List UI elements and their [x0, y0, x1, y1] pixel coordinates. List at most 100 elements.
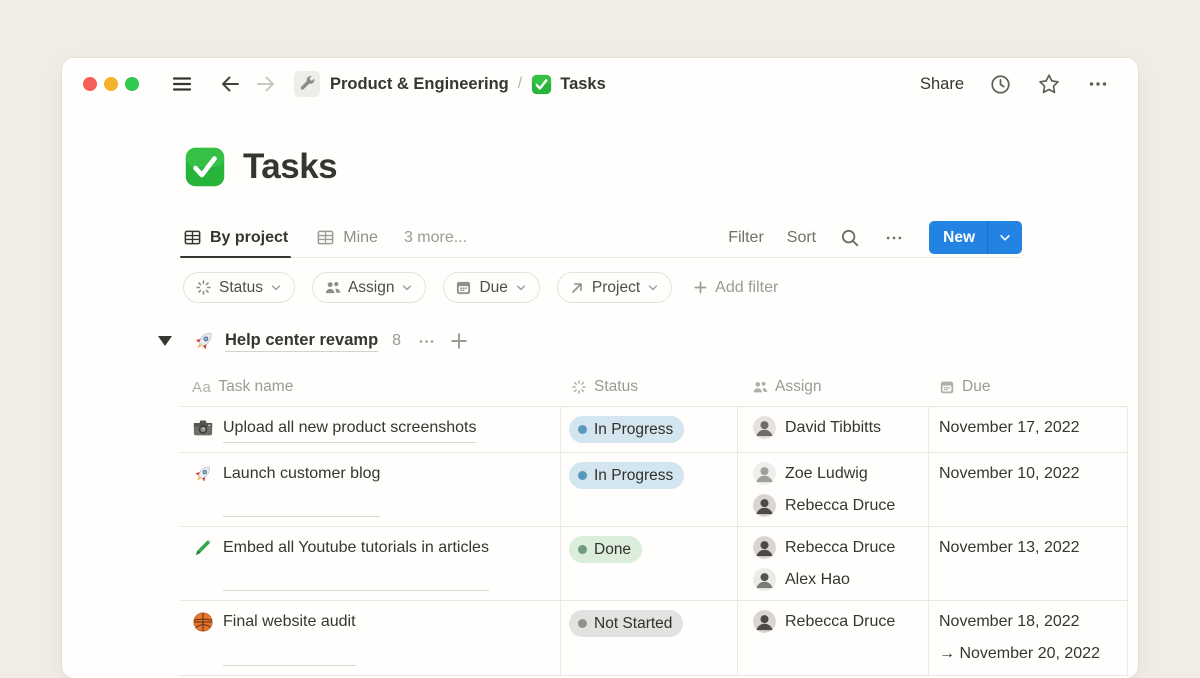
breadcrumb-workspace[interactable]: Product & Engineering — [330, 75, 509, 94]
star-favorite-icon[interactable] — [1037, 72, 1061, 96]
assign-cell[interactable]: Rebecca Druce — [737, 601, 928, 675]
status-badge: Not Started — [569, 610, 683, 637]
status-dot — [578, 471, 587, 480]
new-button-label: New — [929, 229, 987, 247]
task-name-link[interactable]: Launch customer blog — [223, 462, 380, 517]
chevron-down-icon — [998, 231, 1012, 245]
task-name-link[interactable]: Final website audit — [223, 610, 356, 666]
column-header-status[interactable]: Status — [560, 378, 737, 396]
more-options-icon[interactable] — [1086, 72, 1110, 96]
column-header-task-name[interactable]: Aa Task name — [180, 378, 560, 396]
page-title[interactable]: Tasks — [243, 147, 337, 187]
avatar — [753, 536, 776, 559]
table-view-icon — [183, 228, 202, 247]
table-view-icon — [316, 228, 335, 247]
status-label: Done — [594, 541, 631, 559]
page-header: Tasks — [184, 146, 337, 188]
status-cell[interactable]: Not Started — [560, 601, 737, 675]
task-name-cell[interactable]: Launch customer blog — [180, 453, 560, 526]
avatar — [753, 462, 776, 485]
status-badge: In Progress — [569, 416, 684, 443]
add-filter-button[interactable]: Add filter — [693, 279, 778, 297]
check-emoji-icon — [531, 74, 552, 95]
task-name-cell[interactable]: Embed all Youtube tutorials in articles — [180, 527, 560, 600]
chevron-down-icon — [401, 282, 413, 294]
arrow-up-right-icon — [569, 280, 585, 296]
minimize-window-button[interactable] — [104, 77, 118, 91]
filter-chip-due[interactable]: Due — [443, 272, 539, 303]
status-cell[interactable]: In Progress — [560, 407, 737, 452]
status-badge: In Progress — [569, 462, 684, 489]
assignee: Zoe Ludwig — [753, 462, 928, 485]
assign-cell[interactable]: David Tibbitts — [737, 407, 928, 452]
filter-chip-project[interactable]: Project — [557, 272, 672, 303]
filter-button[interactable]: Filter — [728, 229, 764, 247]
chip-label: Project — [592, 279, 640, 297]
chip-label: Due — [479, 279, 507, 297]
sort-button[interactable]: Sort — [787, 229, 816, 247]
rocket-emoji-icon — [192, 463, 214, 485]
collapse-triangle-icon[interactable] — [158, 336, 172, 346]
text-property-icon: Aa — [192, 379, 211, 396]
assignee: David Tibbitts — [753, 416, 928, 439]
breadcrumb-separator: / — [518, 75, 522, 93]
assignee-name: Alex Hao — [785, 571, 850, 589]
more-views-link[interactable]: 3 more... — [404, 229, 467, 247]
breadcrumb-page[interactable]: Tasks — [531, 74, 606, 95]
clock-history-icon[interactable] — [989, 73, 1012, 96]
status-cell[interactable]: In Progress — [560, 453, 737, 526]
new-button-caret[interactable] — [988, 231, 1022, 245]
sidebar-menu-icon[interactable] — [170, 72, 194, 96]
chevron-down-icon — [515, 282, 527, 294]
tab-label: By project — [210, 229, 288, 247]
group-options-ellipsis-icon[interactable] — [417, 332, 436, 351]
avatar — [753, 494, 776, 517]
view-tabs-bar: By project Mine 3 more... Filter Sort Ne… — [183, 218, 1022, 258]
group-count-badge: 8 — [392, 332, 401, 350]
assignee: Alex Hao — [753, 568, 928, 591]
due-cell[interactable]: November 13, 2022 — [928, 527, 1128, 600]
filter-chip-assign[interactable]: Assign — [312, 272, 427, 303]
search-icon[interactable] — [839, 227, 861, 249]
assign-cell[interactable]: Rebecca Druce Alex Hao — [737, 527, 928, 600]
status-cell[interactable]: Done — [560, 527, 737, 600]
task-name-link[interactable]: Upload all new product screenshots — [223, 416, 476, 443]
task-name-cell[interactable]: Upload all new product screenshots — [180, 407, 560, 452]
back-arrow-icon[interactable] — [218, 72, 242, 96]
forward-arrow-icon[interactable] — [254, 72, 278, 96]
people-icon — [324, 279, 341, 296]
due-cell[interactable]: November 18, 2022 → November 20, 2022 — [928, 601, 1128, 675]
group-title-link[interactable]: Help center revamp — [225, 331, 378, 352]
chip-label: Assign — [348, 279, 395, 297]
task-name-link[interactable]: Embed all Youtube tutorials in articles — [223, 536, 489, 591]
task-name-cell[interactable]: Final website audit — [180, 601, 560, 675]
page-check-emoji-icon[interactable] — [184, 146, 226, 188]
zoom-window-button[interactable] — [125, 77, 139, 91]
status-label: In Progress — [594, 421, 673, 439]
due-date: November 13, 2022 — [939, 536, 1127, 560]
tab-label: Mine — [343, 229, 378, 247]
table-header-row: Aa Task name Status Assign Due — [180, 368, 1128, 407]
column-header-due[interactable]: Due — [928, 378, 1128, 396]
group-add-row-plus-icon[interactable] — [450, 332, 468, 350]
filter-chip-status[interactable]: Status — [183, 272, 295, 303]
status-dot — [578, 545, 587, 554]
due-cell[interactable]: November 10, 2022 — [928, 453, 1128, 526]
assignee-name: David Tibbitts — [785, 419, 881, 437]
assign-cell[interactable]: Zoe Ludwig Rebecca Druce — [737, 453, 928, 526]
view-options-ellipsis-icon[interactable] — [884, 228, 904, 248]
tab-by-project[interactable]: By project — [183, 218, 288, 257]
column-label: Task name — [218, 378, 293, 396]
due-cell[interactable]: November 17, 2022 — [928, 407, 1128, 452]
due-date: November 17, 2022 — [939, 416, 1127, 440]
group-header: Help center revamp 8 — [158, 329, 468, 353]
workspace-wrench-icon[interactable] — [294, 71, 320, 97]
tab-mine[interactable]: Mine — [316, 218, 378, 257]
share-button[interactable]: Share — [920, 75, 964, 94]
column-label: Due — [962, 378, 990, 396]
column-header-assign[interactable]: Assign — [737, 378, 928, 396]
filter-chips-bar: Status Assign Due Project Add filter — [183, 272, 778, 303]
assignee-name: Zoe Ludwig — [785, 465, 868, 483]
new-button[interactable]: New — [929, 221, 1022, 254]
close-window-button[interactable] — [83, 77, 97, 91]
